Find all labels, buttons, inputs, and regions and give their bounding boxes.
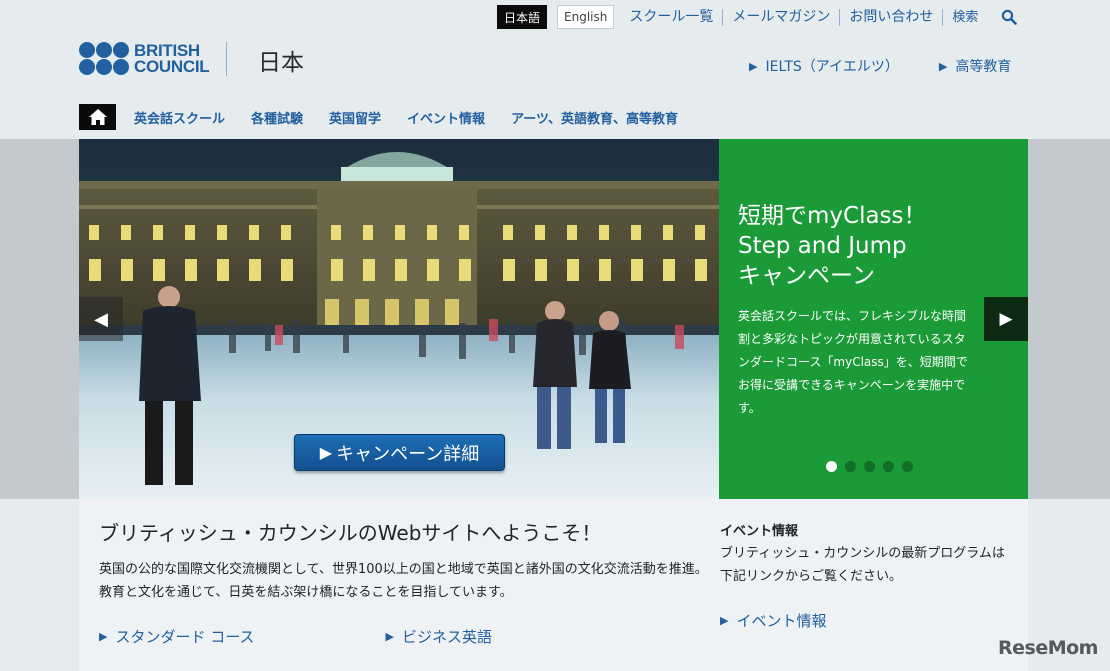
home-button[interactable] [79,104,116,130]
slider-dot-1[interactable] [826,461,837,472]
slider-dot-5[interactable] [902,461,913,472]
arrow-left-icon: ◀ [94,308,108,330]
slider-next-button[interactable]: ▶ [984,297,1028,341]
arrow-right-icon: ▶ [938,59,948,73]
course-links: ▶ スタンダード コース ▶ ビジネス英語 [99,626,492,647]
hero-title-line-1: 短期でmyClass！ [738,203,927,229]
events-link[interactable]: ▶ イベント情報 [720,610,826,631]
lang-english[interactable]: English [557,5,615,29]
events-text: ブリティッシュ・カウンシルの最新プログラムは下記リンクからご覧ください。 [720,546,1005,584]
standard-course-link[interactable]: ▶ スタンダード コース [99,626,255,647]
search-link[interactable]: 検索 [942,8,987,26]
arrow-right-icon: ▶ [720,614,729,627]
slider-dot-2[interactable] [845,461,856,472]
hero-title-line-2: Step and Jump [738,233,907,259]
hero-title: 短期でmyClass！ Step and Jump キャンペーン [738,201,927,291]
arrow-right-icon: ▶ [319,443,333,462]
resemom-watermark: ReseMom [998,637,1098,659]
utility-bar: 日本語 English スクール一覧 メールマガジン お問い合わせ 検索 [497,5,1018,29]
hero-title-line-3: キャンペーン [738,263,875,289]
logo-wordmark: BRITISH COUNCIL [134,42,210,76]
welcome-heading: ブリティッシュ・カウンシルのWebサイトへようこそ！ [99,521,602,545]
business-english-link[interactable]: ▶ ビジネス英語 [386,626,492,647]
nav-exams[interactable]: 各種試験 [251,108,303,127]
logo-dots [79,42,129,75]
events-heading: イベント情報 [720,524,799,539]
nav-english-school[interactable]: 英会話スクール [134,108,225,127]
ielts-link[interactable]: ▶ IELTS（アイエルツ） [749,56,899,76]
home-icon [88,109,107,125]
nav-arts-education[interactable]: アーツ、英語教育、高等教育 [511,108,678,127]
intro-text: 英国の公的な国際文化交流機関として、世界100以上の国と地域で英国と諸外国の文化… [99,562,708,600]
arrow-right-icon: ▶ [99,630,108,643]
higher-education-link-label: 高等教育 [955,59,1012,75]
british-council-logo[interactable]: BRITISH COUNCIL [79,42,210,76]
nav-events[interactable]: イベント情報 [407,108,485,127]
business-english-label: ビジネス英語 [401,628,492,646]
arrow-right-icon: ▶ [749,59,758,73]
country-name: 日本 [258,50,304,76]
school-list-link[interactable]: スクール一覧 [620,9,722,26]
slider-dot-3[interactable] [864,461,875,472]
lang-japanese[interactable]: 日本語 [497,5,548,29]
campaign-details-label: キャンペーン詳細 [336,443,480,465]
newsletter-link[interactable]: メールマガジン [722,8,839,26]
arrow-right-icon: ▶ [385,630,394,643]
search-icon[interactable] [1001,9,1018,25]
utility-links: スクール一覧 メールマガジン お問い合わせ 検索 [620,8,987,26]
hero-body: 英会話スクールでは、フレキシブルな時間割と多彩なトピックが用意されているスタンダ… [738,309,968,415]
main-nav: 英会話スクール 各種試験 英国留学 イベント情報 アーツ、英語教育、高等教育 [79,104,678,130]
events-link-label: イベント情報 [736,612,827,630]
higher-education-link[interactable]: ▶ 高等教育 [939,56,1011,76]
hero-panel: 短期でmyClass！ Step and Jump キャンペーン 英会話スクール… [719,139,1028,499]
promo-links: ▶ IELTS（アイエルツ） ▶ 高等教育 [749,56,1011,76]
logo-line-2: COUNCIL [134,56,210,76]
slider-prev-button[interactable]: ◀ [79,297,123,341]
contact-link[interactable]: お問い合わせ [839,8,942,26]
nav-study-uk[interactable]: 英国留学 [329,108,381,127]
ielts-link-label: IELTS（アイエルツ） [765,59,899,75]
campaign-details-button[interactable]: ▶ キャンペーン詳細 [294,434,505,471]
slider-dots [826,461,921,472]
standard-course-label: スタンダード コース [115,628,255,646]
slider-dot-4[interactable] [883,461,894,472]
logo-divider [226,42,227,76]
arrow-right-icon: ▶ [999,309,1013,329]
